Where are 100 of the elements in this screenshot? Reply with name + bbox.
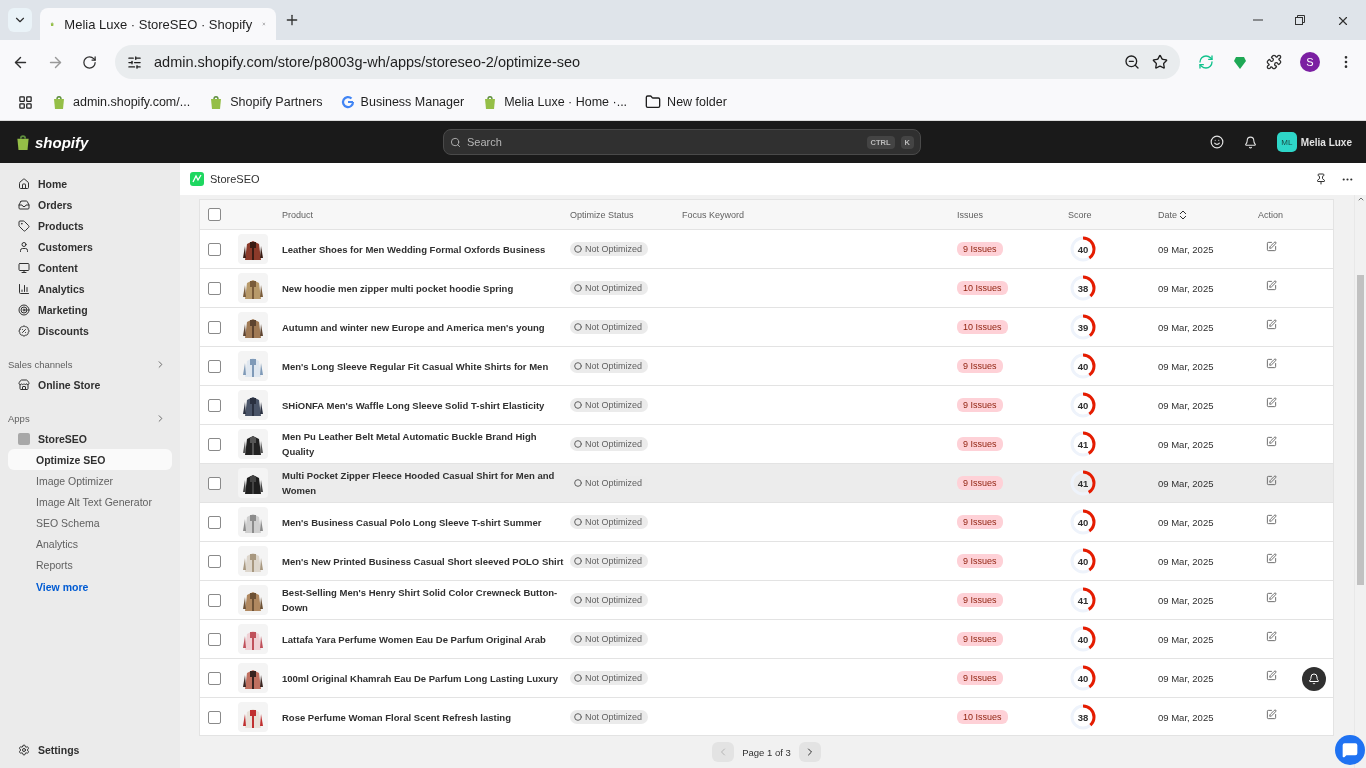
product-name[interactable]: Men Pu Leather Belt Metal Automatic Buckle Brand High Quality (270, 429, 570, 459)
checkbox[interactable] (208, 398, 221, 412)
product-name[interactable]: Autumn and winter new Europe and America men's young (270, 319, 570, 335)
score-ring: 39 (1068, 312, 1098, 342)
edit-icon[interactable] (1266, 474, 1277, 486)
date-text: 09 Mar, 2025 (1158, 321, 1215, 333)
score-ring: 41 (1068, 468, 1098, 498)
nav-item[interactable]: Settings (8, 739, 172, 760)
browser-tab[interactable]: Melia Luxe · StoreSEO · Shopify (40, 8, 276, 40)
sub-nav-item[interactable]: Image Alt Text Generator (8, 491, 172, 512)
shopify-logo[interactable]: shopify (14, 133, 443, 151)
checkbox[interactable] (208, 437, 221, 451)
edit-icon[interactable] (1266, 357, 1277, 369)
product-name[interactable]: Men's New Printed Business Casual Short sleeved POLO Shirt (270, 553, 570, 569)
checkbox[interactable] (208, 476, 221, 490)
sub-nav-item[interactable]: Reports (8, 554, 172, 575)
date-text: 09 Mar, 2025 (1158, 477, 1215, 489)
tab-list-button[interactable] (8, 8, 32, 32)
chat-button[interactable] (1335, 735, 1365, 765)
edit-icon[interactable] (1266, 669, 1277, 681)
nav-item[interactable]: Home (8, 173, 172, 194)
product-name[interactable]: SHiONFA Men's Waffle Long Sleeve Solid T-shirt Elasticity (270, 397, 570, 413)
nav-item[interactable]: Online Store (8, 374, 172, 395)
nav-item[interactable]: Products (8, 215, 172, 236)
edit-icon[interactable] (1266, 552, 1277, 564)
product-name[interactable]: Multi Pocket Zipper Fleece Hooded Casual Shirt for Men and Women (270, 468, 570, 498)
checkbox[interactable] (208, 710, 221, 724)
sub-nav-item[interactable]: Optimize SEO (8, 449, 172, 470)
reload-icon[interactable] (82, 54, 97, 70)
site-settings-icon[interactable] (127, 54, 142, 70)
score-ring: 40 (1068, 624, 1098, 654)
edit-icon[interactable] (1266, 240, 1277, 252)
column-header: Product (281, 209, 315, 220)
product-name[interactable]: New hoodie men zipper multi pocket hoodie Spring (270, 280, 570, 296)
product-name[interactable]: Lattafa Yara Perfume Women Eau De Parfum Original Arab (270, 631, 570, 647)
checkbox[interactable] (208, 593, 221, 607)
store-name[interactable]: Melia Luxe (1300, 136, 1352, 148)
sub-nav-item[interactable]: SEO Schema (8, 512, 172, 533)
pin-icon[interactable] (1315, 173, 1327, 185)
edit-icon[interactable] (1266, 708, 1277, 720)
edit-icon[interactable] (1266, 279, 1277, 291)
bookmark[interactable]: Business Manager (340, 95, 465, 109)
date-text: 09 Mar, 2025 (1158, 555, 1215, 567)
edit-icon[interactable] (1266, 435, 1277, 447)
apps-icon[interactable] (18, 94, 33, 110)
nav-icon (18, 261, 30, 274)
nav-item[interactable]: Orders (8, 194, 172, 215)
star-icon[interactable] (1152, 54, 1168, 70)
score-ring: 40 (1068, 546, 1098, 576)
product-name[interactable]: Men's Long Sleeve Regular Fit Casual White Shirts for Men (270, 358, 570, 374)
bookmark[interactable]: New folder (645, 94, 727, 110)
view-more-link[interactable]: View more (8, 575, 172, 593)
bookmark[interactable]: Shopify Partners (208, 94, 323, 110)
address-bar[interactable]: admin.shopify.com/store/p8003g-wh/apps/storeseo-2/optimize-seo (115, 45, 1180, 79)
restore-icon[interactable] (1294, 14, 1306, 26)
nav-item[interactable]: Marketing (8, 299, 172, 320)
checkbox[interactable] (208, 320, 221, 334)
notification-icon[interactable] (1243, 135, 1257, 149)
nav-item[interactable]: Content (8, 257, 172, 278)
checkbox[interactable] (208, 554, 221, 568)
product-name[interactable]: Leather Shoes for Men Wedding Formal Oxfords Business (270, 241, 570, 257)
scrollbar[interactable] (1354, 195, 1366, 768)
product-name[interactable]: Best-Selling Men's Henry Shirt Solid Color Crewneck Button-Down (270, 585, 570, 615)
product-name[interactable]: 100ml Original Khamrah Eau De Parfum Long Lasting Luxury (270, 670, 570, 686)
date-text: 09 Mar, 2025 (1158, 594, 1215, 606)
next-page-button[interactable] (798, 742, 821, 762)
nav-item[interactable]: Discounts (8, 320, 172, 341)
sub-nav-item[interactable]: Analytics (8, 533, 172, 554)
table-row[interactable]: Multi Pocket Zipper Fleece Hooded Casual Shirt for Men and Women Not Optimized 9 Issues 41 09 Mar, 2025 (200, 464, 1333, 503)
extensions-icon[interactable] (1266, 54, 1282, 70)
issues-badge: 9 Issues (957, 554, 1003, 568)
checkbox[interactable] (208, 281, 221, 295)
edit-icon[interactable] (1266, 513, 1277, 525)
edit-icon[interactable] (1266, 396, 1277, 408)
extension-icon[interactable] (1232, 54, 1248, 70)
checkbox[interactable] (208, 208, 221, 221)
bookmark[interactable]: admin.shopify.com/... (51, 94, 191, 110)
close-icon[interactable] (1336, 14, 1350, 28)
checkbox[interactable] (208, 632, 221, 646)
nav-item[interactable]: Analytics (8, 278, 172, 299)
new-tab-icon[interactable] (284, 12, 300, 28)
profile-avatar[interactable]: S (1300, 52, 1320, 72)
nav-item[interactable]: StoreSEO (8, 428, 172, 449)
scroll-up-icon[interactable] (1356, 195, 1365, 203)
checkbox[interactable] (208, 671, 221, 685)
sub-nav-item[interactable]: Image Optimizer (8, 470, 172, 491)
edit-icon[interactable] (1266, 630, 1277, 642)
zoom-out-icon[interactable] (1124, 54, 1140, 70)
checkbox[interactable] (208, 359, 221, 373)
edit-icon[interactable] (1266, 318, 1277, 330)
nav-item[interactable]: Customers (8, 236, 172, 257)
product-name[interactable]: Rose Perfume Woman Floral Scent Refresh lasting (270, 709, 570, 725)
product-name[interactable]: Men's Business Casual Polo Long Sleeve T-shirt Summer (270, 514, 570, 530)
store-avatar[interactable]: ML (1276, 132, 1297, 152)
sync-extension-icon[interactable] (1198, 54, 1214, 70)
edit-icon[interactable] (1266, 591, 1277, 603)
column-header[interactable]: Date (1158, 209, 1258, 220)
checkbox[interactable] (208, 242, 221, 256)
bookmark[interactable]: Melia Luxe · Home ·... (482, 94, 628, 110)
checkbox[interactable] (208, 515, 221, 529)
